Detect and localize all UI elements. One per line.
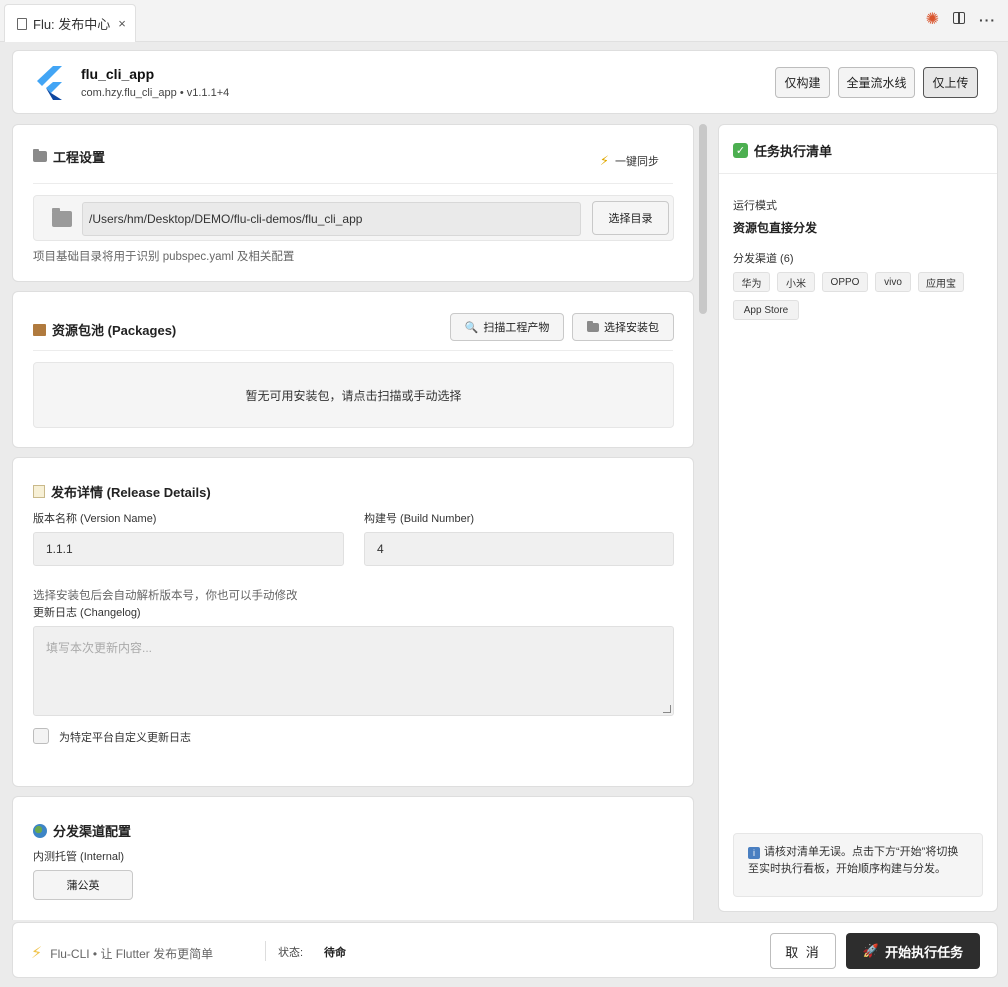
app-header: flu_cli_app com.hzy.flu_cli_app • v1.1.1… bbox=[12, 50, 998, 114]
choose-package-label: 选择安装包 bbox=[604, 322, 659, 334]
split-editor-icon[interactable] bbox=[953, 12, 965, 24]
custom-changelog-checkbox[interactable] bbox=[33, 728, 49, 744]
task-checklist-panel: ✓ 任务执行清单 运行模式 资源包直接分发 分发渠道 (6) 华为 小米 OPP… bbox=[718, 124, 998, 912]
spark-icon[interactable]: ✺ bbox=[926, 12, 939, 28]
editor-tabbar: Flu: 发布中心 × ✺ ··· bbox=[0, 0, 1008, 42]
run-mode-value: 资源包直接分发 bbox=[733, 221, 818, 235]
lightning-icon: ⚡ bbox=[31, 945, 43, 962]
project-settings-title: 工程设置 bbox=[53, 150, 106, 165]
notice-text: 请核对清单无误。点击下方“开始”将切换至实时执行看板，开始顺序构建与分发。 bbox=[748, 846, 959, 875]
divider bbox=[33, 183, 673, 184]
custom-changelog-label: 为特定平台自定义更新日志 bbox=[59, 732, 191, 744]
project-path-input[interactable]: /Users/hm/Desktop/DEMO/flu-cli-demos/flu… bbox=[82, 202, 581, 236]
upload-only-button[interactable]: 仅上传 bbox=[923, 67, 978, 98]
changelog-textarea[interactable]: 填写本次更新内容... bbox=[33, 626, 674, 716]
status-value: 待命 bbox=[324, 947, 346, 959]
status-label: 状态: bbox=[278, 947, 304, 959]
start-task-label: 开始执行任务 bbox=[885, 944, 964, 960]
scan-artifacts-button[interactable]: 🔍 扫描工程产物 bbox=[450, 313, 564, 341]
packages-empty-state: 暂无可用安装包，请点击扫描或手动选择 bbox=[33, 362, 674, 428]
project-hint: 项目基础目录将用于识别 pubspec.yaml 及相关配置 bbox=[33, 251, 295, 263]
section-title: 发布详情 (Release Details) bbox=[33, 482, 211, 501]
channel-chip: 应用宝 bbox=[918, 272, 964, 292]
section-title: 工程设置 bbox=[33, 147, 105, 166]
scan-artifacts-label: 扫描工程产物 bbox=[483, 322, 550, 334]
distribution-title: 分发渠道配置 bbox=[53, 824, 132, 839]
channel-chip: vivo bbox=[875, 272, 911, 292]
channel-chip: OPPO bbox=[822, 272, 868, 292]
folder-icon bbox=[587, 320, 599, 332]
full-pipeline-button[interactable]: 全量流水线 bbox=[838, 67, 915, 98]
checklist-title-text: 任务执行清单 bbox=[754, 144, 833, 159]
version-hint: 选择安装包后会自动解析版本号，你也可以手动修改 bbox=[33, 590, 298, 602]
check-mark-icon: ✓ bbox=[733, 143, 748, 158]
checklist-title: ✓ 任务执行清单 bbox=[733, 141, 832, 160]
choose-directory-button[interactable]: 选择目录 bbox=[592, 201, 669, 235]
tab-title: Flu: 发布中心 bbox=[33, 17, 111, 32]
more-icon[interactable]: ··· bbox=[979, 12, 996, 28]
channels-label: 分发渠道 (6) bbox=[733, 253, 794, 265]
distribution-card: 分发渠道配置 内测托管 (Internal) 蒲公英 bbox=[12, 796, 694, 920]
release-details-title: 发布详情 (Release Details) bbox=[51, 485, 211, 500]
brand-text: Flu-CLI • 让 Flutter 发布更简单 bbox=[50, 946, 214, 961]
channel-chip: App Store bbox=[733, 300, 799, 320]
footer-bar: ⚡ Flu-CLI • 让 Flutter 发布更简单 状态: 待命 取 消 🚀… bbox=[12, 922, 998, 978]
packages-card: 资源包池 (Packages) 🔍 扫描工程产物 选择安装包 暂无可用安装包，请… bbox=[12, 291, 694, 448]
divider bbox=[33, 350, 673, 351]
resize-handle[interactable] bbox=[663, 705, 671, 713]
flutter-logo-icon bbox=[37, 66, 62, 100]
folder-icon bbox=[52, 208, 72, 227]
section-title: 资源包池 (Packages) bbox=[33, 320, 176, 339]
checklist-notice: i 请核对清单无误。点击下方“开始”将切换至实时执行看板，开始顺序构建与分发。 bbox=[733, 833, 983, 897]
project-settings-card: 工程设置 ⚡ 一键同步 /Users/hm/Desktop/DEMO/flu-c… bbox=[12, 124, 694, 282]
app-package-version: com.hzy.flu_cli_app • v1.1.1+4 bbox=[81, 87, 230, 99]
search-icon: 🔍 bbox=[464, 321, 479, 334]
lightning-icon: ⚡ bbox=[599, 153, 609, 168]
editor-actions: ✺ ··· bbox=[926, 12, 996, 29]
memo-icon bbox=[33, 485, 45, 498]
channel-chip: 小米 bbox=[777, 272, 815, 292]
run-mode-label: 运行模式 bbox=[733, 200, 777, 212]
globe-icon bbox=[33, 823, 47, 838]
section-title: 分发渠道配置 bbox=[33, 821, 131, 840]
build-number-input[interactable]: 4 bbox=[364, 532, 674, 566]
info-icon: i bbox=[748, 847, 760, 859]
divider bbox=[719, 173, 997, 174]
version-name-label: 版本名称 (Version Name) bbox=[33, 513, 157, 525]
divider bbox=[265, 941, 266, 961]
scrollbar[interactable] bbox=[699, 124, 707, 314]
package-icon bbox=[33, 323, 46, 336]
release-details-card: 发布详情 (Release Details) 版本名称 (Version Nam… bbox=[12, 457, 694, 787]
choose-package-button[interactable]: 选择安装包 bbox=[572, 313, 674, 341]
footer-brand: ⚡ Flu-CLI • 让 Flutter 发布更简单 bbox=[31, 943, 213, 963]
cancel-button[interactable]: 取 消 bbox=[770, 933, 836, 969]
packages-title: 资源包池 (Packages) bbox=[52, 323, 177, 338]
sync-button[interactable]: ⚡ 一键同步 bbox=[600, 153, 659, 169]
tab-release-center[interactable]: Flu: 发布中心 × bbox=[4, 4, 136, 42]
rocket-icon: 🚀 bbox=[862, 943, 880, 958]
sync-label: 一键同步 bbox=[615, 156, 659, 168]
changelog-label: 更新日志 (Changelog) bbox=[33, 607, 141, 619]
version-name-input[interactable]: 1.1.1 bbox=[33, 532, 344, 566]
close-icon[interactable]: × bbox=[118, 16, 126, 31]
internal-label: 内测托管 (Internal) bbox=[33, 851, 125, 863]
channel-chip: 华为 bbox=[733, 272, 770, 292]
build-number-label: 构建号 (Build Number) bbox=[364, 513, 475, 525]
pgyer-channel-button[interactable]: 蒲公英 bbox=[33, 870, 133, 900]
file-icon bbox=[17, 17, 27, 30]
folder-icon bbox=[33, 149, 47, 162]
app-name: flu_cli_app bbox=[81, 66, 155, 82]
changelog-placeholder: 填写本次更新内容... bbox=[46, 641, 153, 655]
start-task-button[interactable]: 🚀 开始执行任务 bbox=[846, 933, 980, 969]
project-path-bar: /Users/hm/Desktop/DEMO/flu-cli-demos/flu… bbox=[33, 195, 674, 241]
build-only-button[interactable]: 仅构建 bbox=[775, 67, 830, 98]
